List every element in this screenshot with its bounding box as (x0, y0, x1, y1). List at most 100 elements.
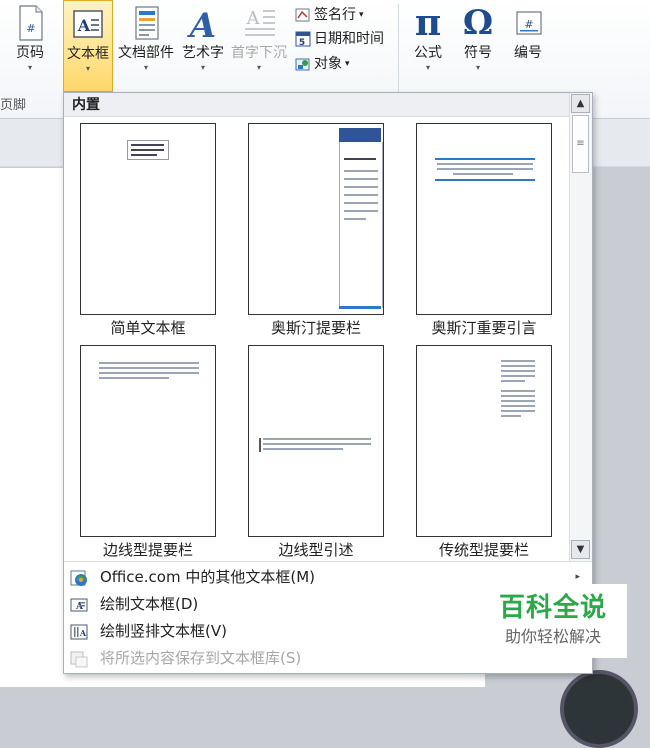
preview-line (501, 365, 535, 367)
preview-line (344, 194, 378, 196)
chevron-down-icon: ▾ (143, 63, 148, 72)
omega-icon: Ω (462, 3, 494, 43)
preview-line (131, 154, 157, 156)
scroll-down-icon[interactable]: ▼ (571, 540, 590, 559)
preview-line (501, 360, 535, 362)
menu-separator (64, 561, 592, 562)
wordart-button[interactable]: A 艺术字 ▾ (178, 0, 228, 92)
page-number-label: 页码 (16, 45, 44, 61)
gallery-item-austin-sidebar[interactable]: 奥斯汀提要栏 (232, 117, 400, 339)
chevron-down-icon: ▾ (27, 63, 32, 72)
menu-item-label: Office.com 中的其他文本框(M) (100, 568, 316, 586)
gallery-item-sideline-sidebar[interactable]: 边线型提要栏 (64, 339, 232, 561)
preview-line (501, 375, 535, 377)
thumbnail-preview (416, 123, 552, 315)
preview-line (501, 370, 535, 372)
preview-line (344, 186, 378, 188)
gallery-item-simple-textbox[interactable]: 简单文本框 (64, 117, 232, 339)
preview-sidebar (339, 142, 383, 308)
preview-line (99, 377, 169, 379)
preview-footer-bar (339, 306, 381, 309)
object-label: 对象 (314, 56, 342, 72)
gallery-scrollbar[interactable]: ▲ ≡ ▼ (569, 93, 592, 561)
textbox-button[interactable]: A 文本框 ▾ (63, 0, 113, 92)
preview-line (501, 395, 535, 397)
chevron-down-icon: ▾ (359, 10, 364, 20)
gallery-item-label: 边线型引述 (278, 541, 354, 559)
signature-line-icon (295, 7, 311, 23)
office-online-icon (70, 569, 88, 587)
save-selection-icon (70, 650, 88, 668)
symbol-label: 符号 (464, 45, 492, 61)
preview-line (501, 405, 535, 407)
gallery-item-label: 边线型提要栏 (102, 541, 193, 559)
gallery-item-sideline-quote[interactable]: 边线型引述 (232, 339, 400, 561)
gallery-item-label: 奥斯汀提要栏 (270, 319, 361, 337)
draw-vertical-textbox-icon: A (70, 623, 88, 641)
thumbnail-preview (80, 345, 216, 537)
preview-line (99, 372, 199, 374)
preview-line (99, 362, 199, 364)
header-footer-group-label: 页脚 (0, 98, 27, 113)
numbering-icon: # (510, 4, 546, 42)
gallery-item-label: 传统型提要栏 (438, 541, 529, 559)
preview-line (437, 168, 533, 170)
gallery-item-traditional-sidebar[interactable]: 传统型提要栏 (400, 339, 568, 561)
watermark-title: 百科全说 (498, 593, 607, 623)
object-button[interactable]: 对象 ▾ (295, 53, 350, 75)
preview-line (344, 170, 378, 172)
preview-line (344, 202, 378, 204)
quick-parts-label: 文档部件 (118, 45, 174, 61)
chevron-down-icon: ▾ (345, 59, 350, 69)
wordart-icon: A (185, 4, 221, 46)
floating-assistant-icon[interactable] (560, 670, 638, 748)
thumbnail-preview (416, 345, 552, 537)
chevron-down-icon: ▾ (200, 63, 205, 72)
preview-line (437, 163, 533, 165)
date-time-icon: 5 (295, 31, 311, 48)
preview-rule (435, 179, 535, 181)
signature-line-button[interactable]: 签名行 ▾ (295, 4, 364, 26)
svg-text:5: 5 (299, 38, 305, 47)
svg-text:A: A (79, 628, 87, 638)
numbering-label: 编号 (514, 45, 542, 61)
preview-line (263, 448, 343, 450)
preview-line (344, 178, 378, 180)
symbol-button[interactable]: Ω 符号 ▾ (455, 0, 501, 92)
page-number-button[interactable]: # 页码 ▾ (8, 0, 52, 92)
svg-text:A: A (246, 8, 261, 29)
gallery-item-label: 简单文本框 (110, 319, 186, 337)
gallery-item-austin-quote[interactable]: 奥斯汀重要引言 (400, 117, 568, 339)
svg-text:A: A (77, 16, 91, 35)
drop-cap-icon: A (241, 4, 277, 42)
preview-sidebar (501, 360, 537, 430)
preview-line (131, 149, 164, 151)
thumbnail-preview (248, 123, 384, 315)
quick-parts-button[interactable]: 文档部件 ▾ (116, 0, 176, 92)
watermark-logo: 百科全说 助你轻松解决 (479, 584, 627, 658)
preview-header-bar (339, 128, 381, 142)
preview-line (344, 218, 366, 220)
pi-icon: π (414, 2, 442, 44)
chevron-down-icon: ▾ (256, 63, 261, 72)
watermark-subtitle: 助你轻松解决 (504, 627, 601, 646)
preview-line (501, 415, 521, 417)
wordart-label: 艺术字 (182, 45, 224, 61)
thumbnail-preview (80, 123, 216, 315)
date-time-button[interactable]: 5 日期和时间 (295, 28, 384, 50)
numbering-button[interactable]: # 编号 (505, 0, 551, 92)
preview-line (131, 144, 164, 146)
svg-text:#: # (26, 22, 35, 35)
equation-label: 公式 (414, 45, 442, 61)
drop-cap-button[interactable]: A 首字下沉 ▾ (228, 0, 290, 92)
preview-line (501, 390, 535, 392)
gallery-item-label: 奥斯汀重要引言 (431, 319, 537, 337)
preview-line (501, 400, 535, 402)
page-number-icon: # (12, 4, 48, 42)
scroll-thumb[interactable]: ≡ (572, 115, 589, 173)
scroll-up-icon[interactable]: ▲ (571, 94, 590, 113)
drop-cap-label: 首字下沉 (231, 45, 287, 61)
equation-button[interactable]: π 公式 ▾ (405, 0, 451, 92)
preview-line (344, 158, 376, 160)
menu-item-label: 绘制文本框(D) (100, 595, 199, 613)
